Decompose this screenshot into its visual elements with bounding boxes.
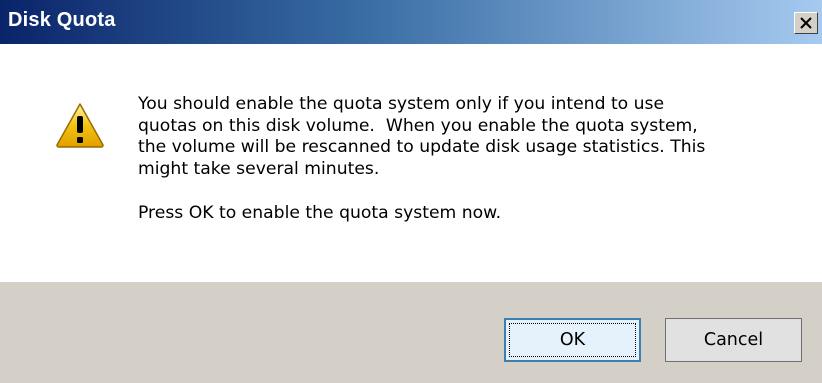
dialog-content: You should enable the quota system only … <box>0 44 822 282</box>
ok-button[interactable]: OK <box>504 318 641 362</box>
title-bar[interactable]: Disk Quota <box>0 0 822 44</box>
disk-quota-dialog: Disk Quota You should enable the quota s… <box>0 0 822 383</box>
message-paragraph: You should enable the quota system only … <box>138 94 706 179</box>
message-text: You should enable the quota system only … <box>138 94 808 225</box>
message-instruction: Press OK to enable the quota system now. <box>138 203 502 224</box>
warning-icon <box>56 103 104 148</box>
cancel-button[interactable]: Cancel <box>665 318 802 362</box>
window-title: Disk Quota <box>8 9 116 31</box>
close-button[interactable] <box>794 12 818 34</box>
close-icon <box>800 17 812 29</box>
button-bar: OK Cancel <box>0 282 822 383</box>
